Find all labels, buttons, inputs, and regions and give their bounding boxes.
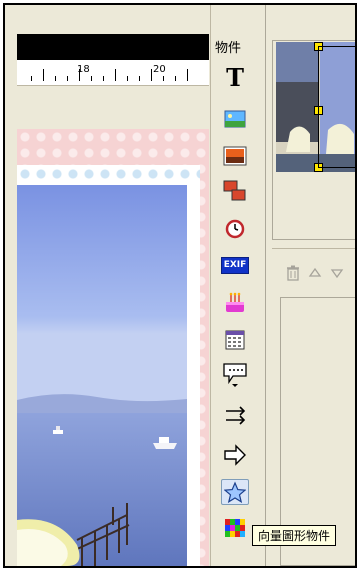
speech-bubble-icon xyxy=(223,363,247,387)
ruler-tick xyxy=(163,76,164,81)
text-tool-icon: T xyxy=(226,63,244,92)
image-tool-button[interactable] xyxy=(221,106,249,132)
thumbnail-preview[interactable] xyxy=(276,42,355,172)
text-tool-button[interactable]: T xyxy=(221,65,249,91)
line-tool-button[interactable] xyxy=(221,402,249,428)
image-icon xyxy=(224,110,246,128)
ruler-mark-20: 20 xyxy=(153,64,166,75)
ruler-tick xyxy=(127,76,128,81)
selection-line-top xyxy=(318,46,355,47)
ruler-tick xyxy=(55,76,56,81)
ruler-tick xyxy=(175,76,176,81)
photo-frame-tool-button[interactable] xyxy=(221,143,249,169)
arrow-shape-icon xyxy=(224,444,246,466)
clock-icon xyxy=(225,219,245,239)
ruler-tick xyxy=(151,69,152,81)
horizontal-ruler: 18 20 xyxy=(17,60,209,86)
layer-mini-toolbar xyxy=(286,265,344,281)
ruler-tick xyxy=(103,76,104,81)
app-window: 18 20 物件 T EXIF xyxy=(3,3,357,568)
multi-photo-icon xyxy=(223,180,246,201)
toolbar-title: 物件 xyxy=(215,41,242,56)
panel-divider xyxy=(272,248,355,249)
tooltip: 向量圖形物件 xyxy=(252,525,337,546)
mosaic-tool-button[interactable] xyxy=(221,515,249,541)
line-arrows-icon xyxy=(226,406,246,425)
mosaic-icon xyxy=(225,519,245,537)
exif-icon: EXIF xyxy=(220,256,250,274)
ruler-tick xyxy=(43,69,44,81)
star-shape-icon xyxy=(224,481,246,503)
clock-tool-button[interactable] xyxy=(221,216,249,242)
selection-line xyxy=(318,47,319,167)
calendar-tool-button[interactable] xyxy=(221,327,249,353)
ruler-tick xyxy=(91,76,92,81)
selection-line-bottom xyxy=(318,167,355,168)
multi-photo-tool-button[interactable] xyxy=(221,178,249,204)
ruler-tick xyxy=(115,69,116,81)
down-arrow-icon[interactable] xyxy=(330,265,344,281)
ruler-tick xyxy=(67,76,68,81)
ruler-tick xyxy=(31,76,32,81)
canvas-area[interactable]: 18 20 xyxy=(5,5,209,566)
arrow-shape-tool-button[interactable] xyxy=(221,442,249,468)
speech-bubble-tool-button[interactable] xyxy=(221,362,249,388)
preview-panel xyxy=(265,5,355,566)
birthday-cake-icon xyxy=(226,292,244,312)
ruler-dark-band xyxy=(17,34,209,60)
ruler-tick xyxy=(139,76,140,81)
photo-frame-icon xyxy=(223,146,247,166)
vector-shape-tool-button[interactable] xyxy=(221,479,249,505)
ruler-tick xyxy=(79,69,80,81)
canvas-photo[interactable] xyxy=(17,185,187,566)
up-arrow-icon[interactable] xyxy=(308,265,322,281)
calendar-icon xyxy=(225,330,245,350)
exif-tool-button[interactable]: EXIF xyxy=(220,252,250,278)
cake-tool-button[interactable] xyxy=(221,289,249,315)
object-toolbar: 物件 T EXIF xyxy=(210,5,262,566)
ruler-tick xyxy=(187,69,188,81)
trash-icon[interactable] xyxy=(286,265,300,281)
lake-scene-image xyxy=(17,185,187,566)
